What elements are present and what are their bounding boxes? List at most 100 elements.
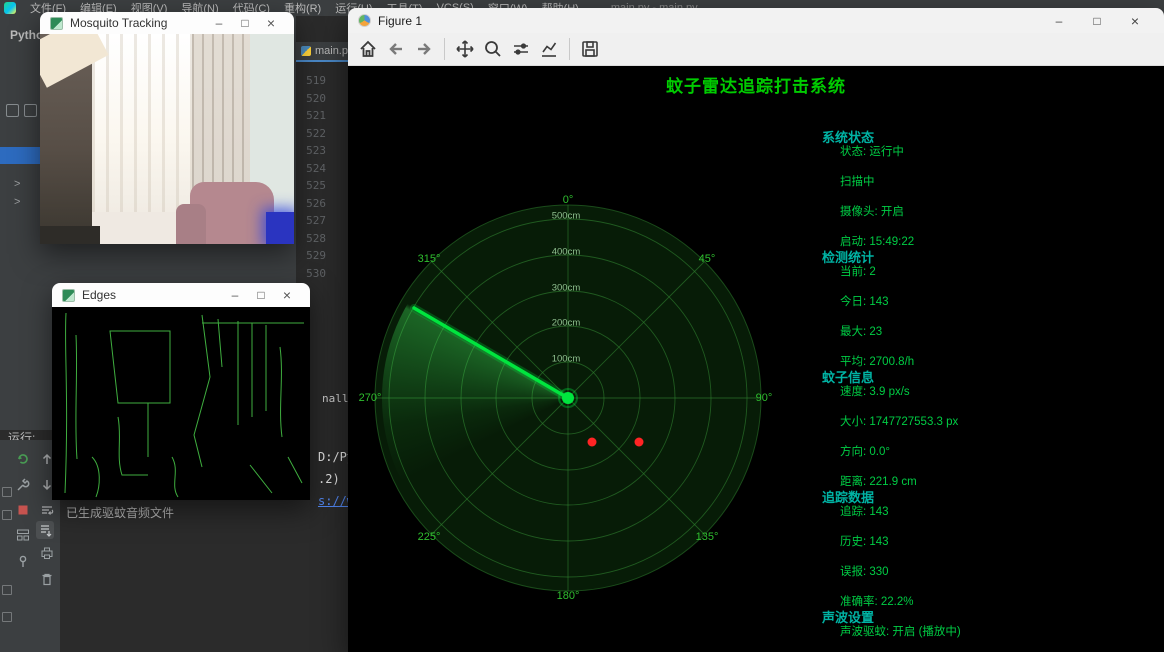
section-system-status: 系统状态 状态: 运行中 扫描中 摄像头: 开启 启动: 15:49:22 xyxy=(822,131,1152,249)
maximize-button[interactable]: □ xyxy=(248,288,274,302)
edge-detection-view xyxy=(52,307,310,500)
blue-screen-glow xyxy=(266,212,294,244)
figure-title: Figure 1 xyxy=(378,14,1040,28)
status-line: 启动: 15:49:22 xyxy=(822,236,1152,249)
chair-arm xyxy=(176,204,206,244)
tool-stripe-icon[interactable] xyxy=(2,487,12,497)
rerun-button[interactable] xyxy=(16,452,30,466)
configure-subplots-icon[interactable] xyxy=(509,37,533,61)
tree-chevron-icon[interactable]: > xyxy=(14,178,20,190)
forward-icon[interactable] xyxy=(412,37,436,61)
close-button[interactable]: × xyxy=(274,287,300,303)
angle-tick: 0° xyxy=(563,194,574,206)
section-header: 检测统计 xyxy=(822,251,1152,264)
settings-wrench-icon[interactable] xyxy=(16,478,30,492)
pin-icon[interactable] xyxy=(16,554,30,568)
minimize-button[interactable]: – xyxy=(222,288,248,302)
figure-titlebar[interactable]: Figure 1 – □ × xyxy=(348,8,1164,33)
edit-axes-icon[interactable] xyxy=(537,37,561,61)
desktop: 文件(F) 编辑(E) 视图(V) 导航(N) 代码(C) 重构(R) 运行(U… xyxy=(0,0,1164,652)
close-button[interactable]: × xyxy=(1116,13,1154,29)
editor-tab-main[interactable]: main.p xyxy=(296,42,348,62)
tree-selection[interactable] xyxy=(0,147,40,164)
radius-tick: 300cm xyxy=(552,283,581,294)
maximize-button[interactable]: □ xyxy=(1078,14,1116,28)
status-line: 追踪: 143 xyxy=(822,506,1152,519)
section-header: 系统状态 xyxy=(822,131,1152,144)
mosquito-target-dot xyxy=(635,438,644,447)
line-number: 526 xyxy=(296,195,326,213)
status-panel: 系统状态 状态: 运行中 扫描中 摄像头: 开启 启动: 15:49:22 检测… xyxy=(822,131,1152,641)
section-tracking-data: 追踪数据 追踪: 143 历史: 143 误报: 330 准确率: 22.2% xyxy=(822,491,1152,609)
camera-feed xyxy=(40,34,294,244)
close-button[interactable]: × xyxy=(258,15,284,31)
radar-sweep-line xyxy=(414,308,568,398)
angle-tick: 45° xyxy=(699,253,716,265)
section-header: 蚊子信息 xyxy=(822,371,1152,384)
angle-tick: 135° xyxy=(696,531,719,543)
back-icon[interactable] xyxy=(384,37,408,61)
bookmark-tool-icon[interactable] xyxy=(24,104,37,117)
radius-tick: 500cm xyxy=(552,211,581,222)
save-icon[interactable] xyxy=(578,37,602,61)
angle-tick: 270° xyxy=(359,392,382,404)
pan-icon[interactable] xyxy=(453,37,477,61)
project-tool-icon[interactable] xyxy=(6,104,19,117)
status-line: 历史: 143 xyxy=(822,536,1152,549)
radius-tick: 100cm xyxy=(552,354,581,365)
tool-stripe-icon[interactable] xyxy=(2,585,12,595)
window-app-icon xyxy=(62,289,75,302)
console-status-message: 已生成驱蚊音频文件 xyxy=(66,504,174,521)
edge-lines xyxy=(52,307,310,500)
minimize-button[interactable]: – xyxy=(206,16,232,30)
line-number: 520 xyxy=(296,90,326,108)
angle-tick: 90° xyxy=(756,392,773,404)
editor-tab-label: main.p xyxy=(315,45,348,57)
restore-layout-icon[interactable] xyxy=(16,528,30,542)
section-sound-settings: 声波设置 声波驱蚊: 开启 (播放中) xyxy=(822,611,1152,639)
sheer-curtain xyxy=(92,34,192,212)
toolbar-separator xyxy=(569,38,570,60)
edges-window: Edges – □ × xyxy=(52,283,310,500)
status-line: 状态: 运行中 xyxy=(822,146,1152,159)
line-number: 529 xyxy=(296,247,326,265)
status-line: 误报: 330 xyxy=(822,566,1152,579)
section-header: 声波设置 xyxy=(822,611,1152,624)
project-title[interactable]: Pytho xyxy=(10,28,43,42)
clear-trash-icon[interactable] xyxy=(40,572,54,586)
print-icon[interactable] xyxy=(40,546,54,560)
status-line: 当前: 2 xyxy=(822,266,1152,279)
angle-tick: 225° xyxy=(418,531,441,543)
minimize-button[interactable]: – xyxy=(1040,14,1078,28)
stop-button[interactable] xyxy=(16,503,30,517)
window-title: Mosquito Tracking xyxy=(70,16,206,30)
section-mosquito-info: 蚊子信息 速度: 3.9 px/s 大小: 1747727553.3 px 方向… xyxy=(822,371,1152,489)
edges-titlebar[interactable]: Edges – □ × xyxy=(52,283,310,307)
figure-canvas[interactable]: 蚊子雷达追踪打击系统 xyxy=(348,66,1164,652)
section-detection-stats: 检测统计 当前: 2 今日: 143 最大: 23 平均: 2700.8/h xyxy=(822,251,1152,369)
tree-chevron-icon[interactable]: > xyxy=(14,196,20,208)
home-icon[interactable] xyxy=(356,37,380,61)
status-line: 平均: 2700.8/h xyxy=(822,356,1152,369)
maximize-button[interactable]: □ xyxy=(232,16,258,30)
tool-stripe-icon[interactable] xyxy=(2,510,12,520)
window-title: Edges xyxy=(82,288,222,302)
radius-tick: 400cm xyxy=(552,247,581,258)
toolbar-separator xyxy=(444,38,445,60)
python-file-icon xyxy=(301,46,311,56)
status-line: 今日: 143 xyxy=(822,296,1152,309)
status-line: 准确率: 22.2% xyxy=(822,596,1152,609)
floor-shadow xyxy=(40,226,100,244)
status-line: 最大: 23 xyxy=(822,326,1152,339)
line-number: 530 xyxy=(296,265,326,283)
console-output-fragment: .2) xyxy=(318,472,340,486)
mosquito-target-dot xyxy=(588,438,597,447)
window-app-icon xyxy=(50,17,63,30)
section-header: 追踪数据 xyxy=(822,491,1152,504)
line-number: 528 xyxy=(296,230,326,248)
tool-stripe-icon[interactable] xyxy=(2,612,12,622)
soft-wrap-icon[interactable] xyxy=(40,503,54,517)
scroll-to-end-button-active[interactable] xyxy=(36,521,54,539)
mosquito-tracking-titlebar[interactable]: Mosquito Tracking – □ × xyxy=(40,12,294,34)
zoom-icon[interactable] xyxy=(481,37,505,61)
